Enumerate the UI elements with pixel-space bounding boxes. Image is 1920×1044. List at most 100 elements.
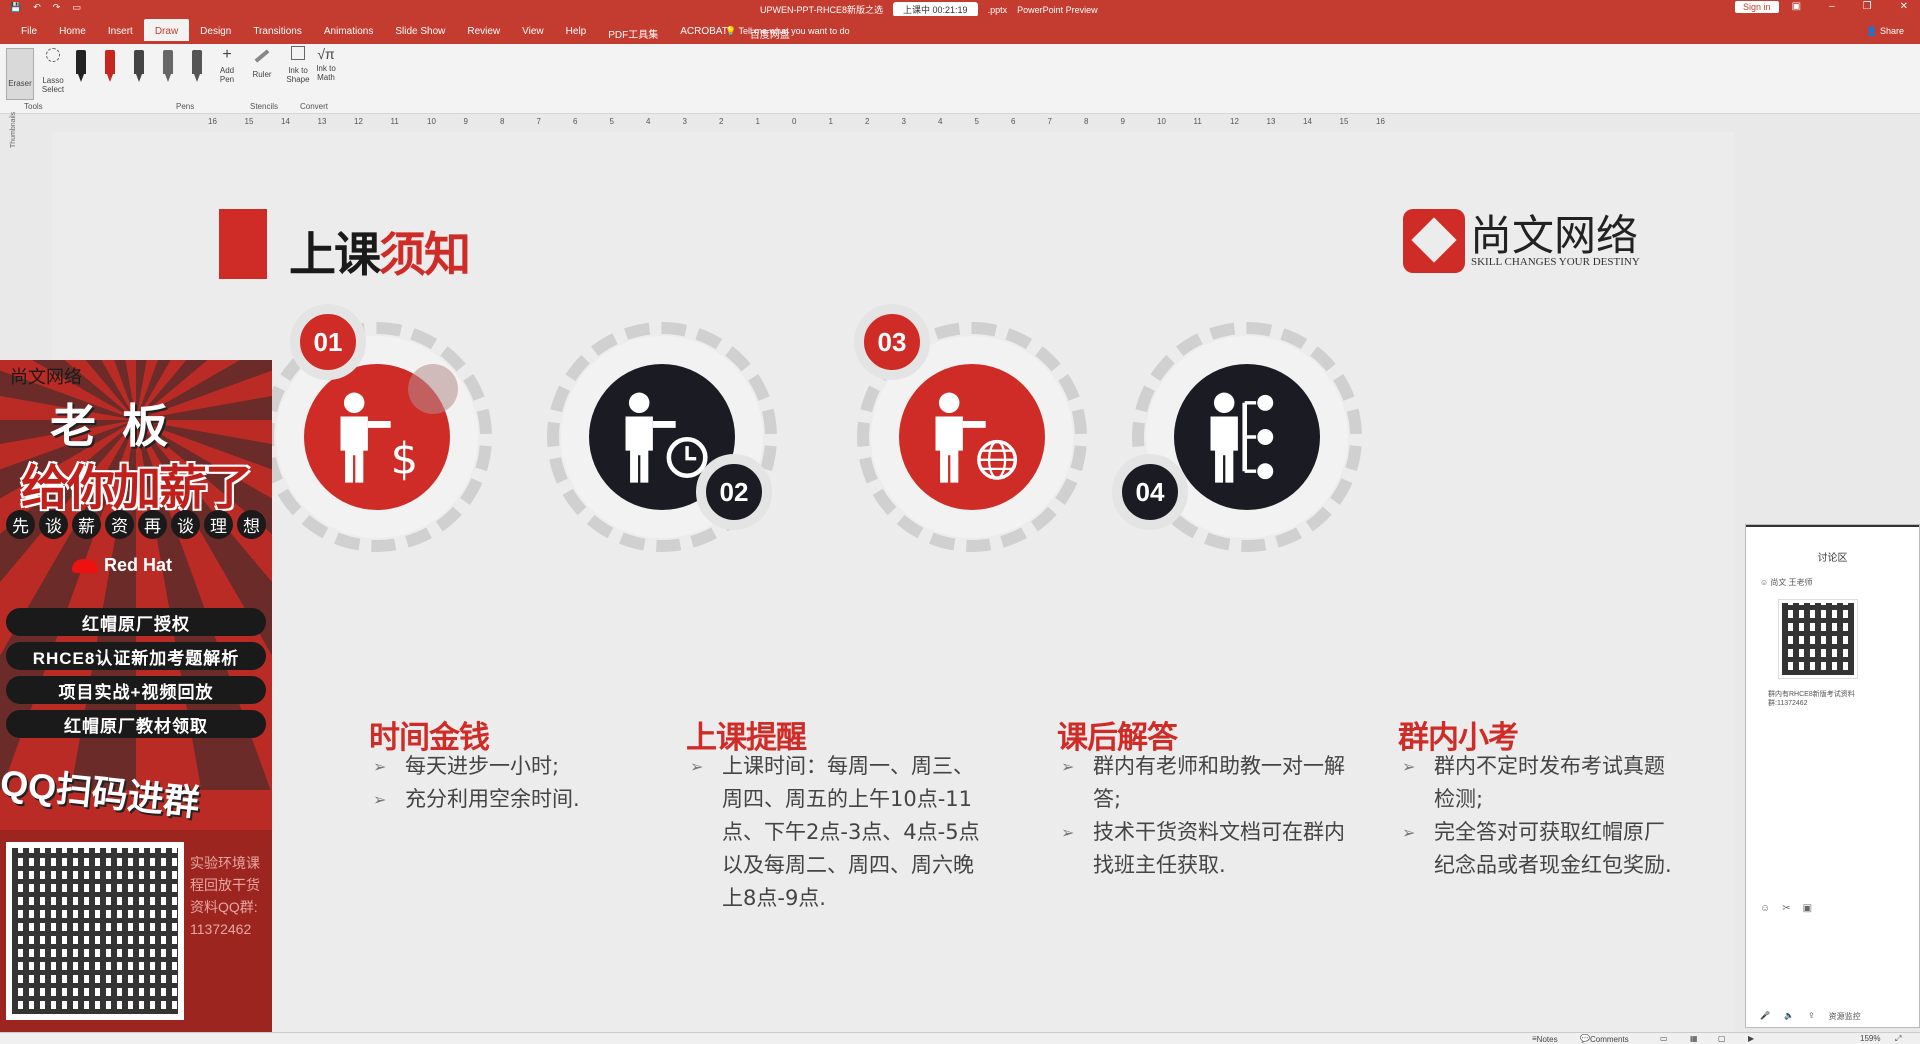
app-name: PowerPoint Preview [1017, 4, 1098, 15]
ruler-tick: 3 [901, 117, 906, 126]
ruler-tick: 14 [281, 117, 290, 126]
comments-button[interactable]: 💬 Comments [1580, 1034, 1629, 1044]
promo-pill: 红帽原厂授权 [6, 608, 266, 636]
ruler-tick: 8 [500, 117, 505, 126]
reading-view-icon[interactable]: ▢ [1718, 1034, 1726, 1043]
ink-to-math-button[interactable]: √π Ink to Math [312, 44, 340, 82]
share-screen-icon[interactable]: ⇪ [1808, 1011, 1815, 1022]
pen-5-icon[interactable] [190, 50, 204, 84]
mic-icon[interactable]: 🎤 [1760, 1011, 1770, 1022]
logo-mark-icon [1403, 209, 1465, 273]
ruler-tick: 16 [1376, 117, 1385, 126]
ink-to-shape-button[interactable]: Ink to Shape [284, 44, 312, 84]
ruler-tick: 15 [1339, 117, 1349, 126]
tab-pdf工具集[interactable]: PDF工具集 [597, 24, 669, 43]
tab-home[interactable]: Home [48, 24, 97, 43]
ruler-tick: 9 [1120, 117, 1125, 126]
ruler-tick: 5 [974, 117, 979, 126]
fit-slide-icon[interactable]: ⤢ [1895, 1034, 1901, 1044]
restore-icon[interactable]: ❐ [1863, 1, 1872, 12]
ruler-tick: 13 [1266, 117, 1276, 126]
slogan-char: 薪 [72, 510, 101, 539]
number-badge-04: 04 [1112, 454, 1188, 530]
slogan-char: 理 [204, 510, 233, 539]
tab-transitions[interactable]: Transitions [242, 24, 313, 43]
tab-help[interactable]: Help [555, 24, 598, 43]
tab-slide-show[interactable]: Slide Show [384, 24, 456, 43]
sign-in-button[interactable]: Sign in [1735, 1, 1779, 13]
ruler-tick: 1 [755, 117, 760, 126]
speaker-icon[interactable]: 🔈 [1784, 1011, 1794, 1022]
tab-design[interactable]: Design [189, 24, 242, 43]
promo-pill: 项目实战+视频回放 [6, 676, 266, 704]
promo-brand: 尚文网络 [10, 367, 82, 387]
slide-sorter-icon[interactable]: ▦ [1690, 1034, 1698, 1043]
chat-qr-image[interactable] [1778, 599, 1858, 679]
ruler-tick: 7 [536, 117, 541, 126]
horizontal-ruler: 16 15 14 13 12 11 10 9 8 7 6 5 4 3 2 1 0 1 2 3 4 5 6 7 8 9 10 11 12 1… [190, 114, 1735, 130]
title-red-text: 须知 [379, 228, 471, 283]
promo-overlay[interactable]: 尚文网络 老板 给你加薪了 先谈薪资再谈理想 Red Hat 红帽原厂授权 RH… [0, 360, 272, 1044]
bullet-item: 技术干货资料文档可在群内找班主任获取. [1057, 816, 1357, 882]
ruler-tick: 10 [1157, 117, 1166, 126]
pen-1-icon[interactable] [74, 50, 88, 84]
recording-indicator[interactable]: 上课中 00:21:19 [893, 2, 978, 17]
title-bar: 💾 ↶ ↷ ▭ UPWEN-PPT-RHCE8新版之选 上课中 00:21:19… [0, 0, 1920, 17]
number-badge-01: 01 [290, 304, 366, 380]
chat-user: ☺ 尚文 王老师 [1760, 577, 1813, 588]
logo-chinese: 尚文网络 [1470, 211, 1639, 260]
redhat-hat-icon [72, 559, 98, 574]
notes-button[interactable]: ≡ Notes [1532, 1034, 1558, 1044]
tab-animations[interactable]: Animations [313, 24, 384, 43]
tab-review[interactable]: Review [456, 24, 511, 43]
tab-file[interactable]: File [10, 24, 48, 43]
zoom-level[interactable]: 159% [1860, 1034, 1880, 1043]
tab-view[interactable]: View [511, 24, 555, 43]
eraser-button[interactable]: Eraser [6, 48, 34, 100]
number-badge-03: 03 [854, 304, 930, 380]
ruler-tick: 6 [573, 117, 578, 126]
ruler-tick: 9 [463, 117, 468, 126]
ruler-tick: 2 [719, 117, 724, 126]
thumbnails-toggle[interactable]: Thumbnails [10, 112, 17, 148]
redo-icon[interactable]: ↷ [53, 2, 61, 13]
emoji-icon[interactable]: ☺ [1760, 903, 1770, 914]
scissors-icon[interactable]: ✂ [1782, 903, 1790, 914]
tab-insert[interactable]: Insert [97, 24, 144, 43]
minimize-icon[interactable]: – [1829, 1, 1835, 12]
ruler-button[interactable]: Ruler [248, 44, 276, 79]
ruler-tick: 8 [1084, 117, 1089, 126]
add-pen-button[interactable]: + Add Pen [214, 44, 240, 84]
bullet-item: 充分利用空余时间. [369, 783, 629, 816]
logo-tagline: SKILL CHANGES YOUR DESTINY [1471, 256, 1640, 268]
ribbon-display-icon[interactable]: ▣ [1792, 1, 1801, 12]
promo-headline-2: 给你加薪了 [20, 462, 253, 515]
slideshow-icon[interactable]: ▶ [1748, 1034, 1754, 1043]
normal-view-icon[interactable]: ▭ [1660, 1034, 1668, 1043]
ruler-tick: 14 [1303, 117, 1312, 126]
undo-icon[interactable]: ↶ [33, 2, 41, 13]
bullet-item: 每天进步一小时; [369, 750, 629, 783]
resource-monitor-label[interactable]: 资源监控 [1829, 1011, 1861, 1022]
chat-user-name: 尚文 王老师 [1770, 578, 1813, 587]
column-body-03: 群内有老师和助教一对一解答; 技术干货资料文档可在群内找班主任获取. [1057, 750, 1357, 882]
share-button[interactable]: 👤 Share [1866, 26, 1904, 37]
ruler-tick: 12 [1230, 117, 1239, 126]
pen-4-icon[interactable] [161, 50, 175, 84]
qr-code-image[interactable] [6, 842, 184, 1020]
close-icon[interactable]: ✕ [1900, 1, 1908, 12]
bullet-item: 群内不定时发布考试真题检测; [1398, 750, 1678, 816]
pen-2-icon[interactable] [103, 50, 117, 84]
tell-me-search[interactable]: 💡 Tell me what you want to do [725, 26, 850, 37]
tab-draw[interactable]: Draw [143, 19, 190, 41]
ruler-tick: 6 [1011, 117, 1016, 126]
pen-3-icon[interactable] [132, 50, 146, 84]
save-icon[interactable]: 💾 [10, 2, 21, 13]
slide-canvas[interactable]: 上课须知 尚文网络 SKILL CHANGES YOUR DESTINY $ 0… [52, 132, 1734, 1032]
image-icon[interactable]: ▣ [1803, 903, 1812, 914]
ruler-tick: 4 [646, 117, 651, 126]
discussion-panel: 讨论区 ☺ 尚文 王老师 群内有RHCE8新版考试资料 群:11372462 ☺… [1745, 524, 1920, 1028]
present-icon[interactable]: ▭ [72, 2, 81, 13]
lasso-select-button[interactable]: Lasso Select [40, 48, 66, 94]
promo-side-text: 实验环境课程回放干货资料QQ群:11372462 [190, 855, 260, 937]
